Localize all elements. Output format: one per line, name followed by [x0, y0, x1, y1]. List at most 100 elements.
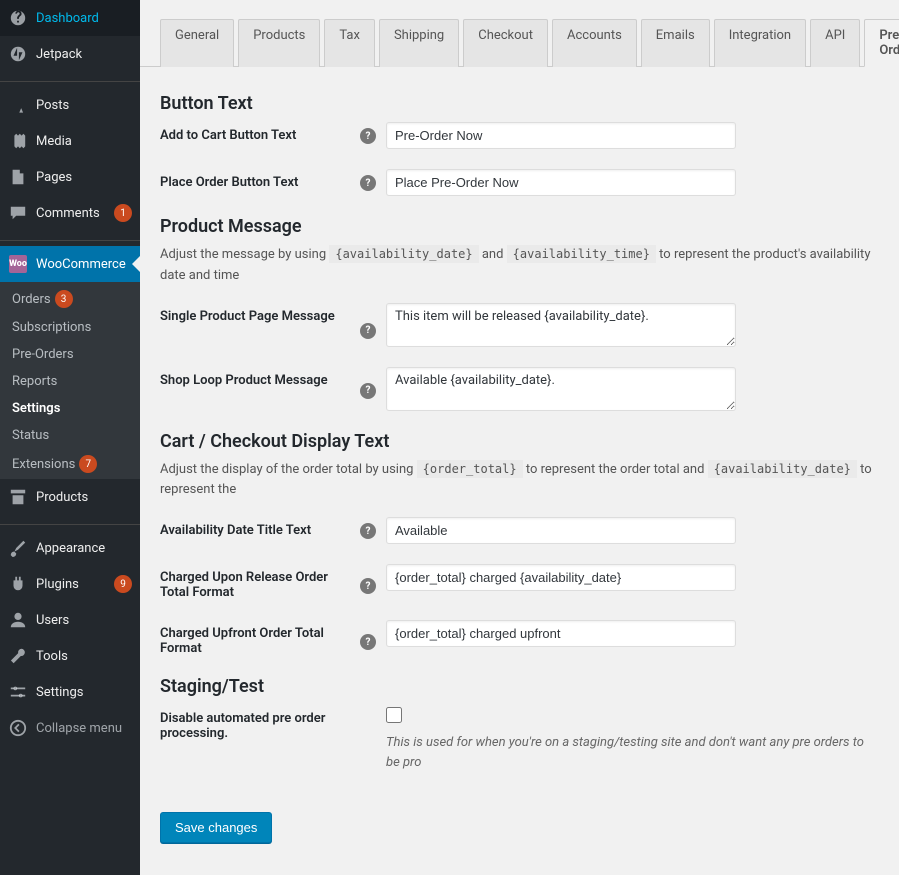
tab-general[interactable]: General: [160, 19, 234, 67]
sidebar-item-plugins[interactable]: Plugins 9: [0, 566, 140, 602]
section-heading-cart-checkout: Cart / Checkout Display Text: [160, 431, 879, 452]
tab-checkout[interactable]: Checkout: [463, 19, 548, 67]
sidebar-item-label: Appearance: [36, 541, 132, 556]
shop-loop-message-input[interactable]: [386, 367, 736, 411]
collapse-menu-button[interactable]: Collapse menu: [0, 710, 140, 746]
help-icon[interactable]: ?: [360, 523, 376, 539]
sidebar-item-jetpack[interactable]: Jetpack: [0, 36, 140, 72]
sidebar-item-appearance[interactable]: Appearance: [0, 530, 140, 566]
field-label: Charged Upfront Order Total Format: [160, 626, 360, 656]
settings-form: Button Text Add to Cart Button Text ? Pl…: [140, 67, 899, 863]
row-add-to-cart-text: Add to Cart Button Text ?: [160, 122, 879, 149]
help-icon[interactable]: ?: [360, 634, 376, 650]
section-heading-product-message: Product Message: [160, 216, 879, 237]
availability-title-input[interactable]: [386, 517, 736, 544]
tab-preorders[interactable]: Pre-Orders: [864, 19, 899, 67]
add-to-cart-text-input[interactable]: [386, 122, 736, 149]
main-content: General Products Tax Shipping Checkout A…: [140, 0, 899, 875]
help-icon[interactable]: ?: [360, 578, 376, 594]
collapse-icon: [8, 718, 28, 738]
row-availability-title: Availability Date Title Text ?: [160, 517, 879, 544]
tab-products[interactable]: Products: [238, 19, 320, 67]
sidebar-item-posts[interactable]: Posts: [0, 87, 140, 123]
submenu-item-settings[interactable]: Settings: [0, 395, 140, 422]
sidebar-item-pages[interactable]: Pages: [0, 159, 140, 195]
tab-integration[interactable]: Integration: [714, 19, 806, 67]
row-shop-loop-message: Shop Loop Product Message ?: [160, 367, 879, 411]
help-icon[interactable]: ?: [360, 175, 376, 191]
sidebar-item-label: Products: [36, 490, 132, 505]
help-icon[interactable]: ?: [360, 128, 376, 144]
tab-tax[interactable]: Tax: [324, 19, 375, 67]
pin-icon: [8, 95, 28, 115]
product-icon: [8, 487, 28, 507]
brush-icon: [8, 538, 28, 558]
tab-accounts[interactable]: Accounts: [552, 19, 637, 67]
orders-badge: 3: [55, 290, 73, 308]
charged-upfront-input[interactable]: [386, 620, 736, 647]
sidebar-item-label: Settings: [36, 685, 132, 700]
sidebar-item-settings[interactable]: Settings: [0, 674, 140, 710]
menu-separator: [0, 520, 140, 525]
field-label: Single Product Page Message: [160, 309, 360, 324]
code-placeholder: {availability_date}: [708, 460, 857, 478]
tab-emails[interactable]: Emails: [641, 19, 710, 67]
submenu-item-extensions[interactable]: Extensions7: [0, 449, 140, 479]
field-label: Disable automated pre order processing.: [160, 711, 360, 741]
submenu-item-subscriptions[interactable]: Subscriptions: [0, 314, 140, 341]
tab-shipping[interactable]: Shipping: [379, 19, 459, 67]
section-heading-button-text: Button Text: [160, 93, 879, 114]
sidebar-item-label: Pages: [36, 170, 132, 185]
row-place-order-text: Place Order Button Text ?: [160, 169, 879, 196]
sidebar-item-label: Tools: [36, 649, 132, 664]
help-icon[interactable]: ?: [360, 383, 376, 399]
sidebar-item-label: Plugins: [36, 577, 110, 592]
help-icon[interactable]: ?: [360, 323, 376, 339]
section-heading-staging: Staging/Test: [160, 676, 879, 697]
sidebar-item-tools[interactable]: Tools: [0, 638, 140, 674]
place-order-text-input[interactable]: [386, 169, 736, 196]
woocommerce-submenu: Orders3 Subscriptions Pre-Orders Reports…: [0, 282, 140, 479]
sliders-icon: [8, 682, 28, 702]
user-icon: [8, 610, 28, 630]
row-single-product-message: Single Product Page Message ?: [160, 303, 879, 347]
media-icon: [8, 131, 28, 151]
code-placeholder: {availability_time}: [507, 245, 656, 263]
sidebar-item-comments[interactable]: Comments 1: [0, 195, 140, 231]
product-message-description: Adjust the message by using {availabilit…: [160, 245, 879, 287]
code-placeholder: {order_total}: [417, 460, 523, 478]
sidebar-item-label: Users: [36, 613, 132, 628]
field-label: Availability Date Title Text: [160, 523, 360, 538]
disable-processing-description: This is used for when you're on a stagin…: [386, 733, 879, 772]
sidebar-item-label: Posts: [36, 98, 132, 113]
menu-separator: [0, 77, 140, 82]
save-changes-button[interactable]: Save changes: [160, 812, 272, 843]
field-label: Add to Cart Button Text: [160, 128, 360, 143]
sidebar-item-users[interactable]: Users: [0, 602, 140, 638]
field-label: Shop Loop Product Message: [160, 373, 360, 388]
disable-processing-checkbox[interactable]: [386, 707, 402, 723]
sidebar-item-dashboard[interactable]: Dashboard: [0, 0, 140, 36]
sidebar-item-products[interactable]: Products: [0, 479, 140, 515]
sidebar-item-woocommerce[interactable]: Woo WooCommerce: [0, 246, 140, 282]
field-label: Place Order Button Text: [160, 175, 360, 190]
extensions-badge: 7: [79, 455, 97, 473]
collapse-label: Collapse menu: [36, 721, 122, 736]
tab-api[interactable]: API: [810, 19, 860, 67]
admin-sidebar: Dashboard Jetpack Posts Media Pages Comm…: [0, 0, 140, 875]
submenu-item-status[interactable]: Status: [0, 422, 140, 449]
plug-icon: [8, 574, 28, 594]
single-product-message-input[interactable]: [386, 303, 736, 347]
settings-tabs: General Products Tax Shipping Checkout A…: [140, 0, 899, 67]
menu-separator: [0, 236, 140, 241]
charged-release-input[interactable]: [386, 564, 736, 591]
sidebar-item-label: Dashboard: [36, 11, 132, 26]
submenu-item-preorders[interactable]: Pre-Orders: [0, 341, 140, 368]
sidebar-item-media[interactable]: Media: [0, 123, 140, 159]
cart-checkout-description: Adjust the display of the order total by…: [160, 460, 879, 502]
comments-badge: 1: [114, 204, 132, 222]
comment-icon: [8, 203, 28, 223]
submenu-item-reports[interactable]: Reports: [0, 368, 140, 395]
submenu-item-orders[interactable]: Orders3: [0, 282, 140, 314]
sidebar-item-label: WooCommerce: [36, 257, 132, 272]
